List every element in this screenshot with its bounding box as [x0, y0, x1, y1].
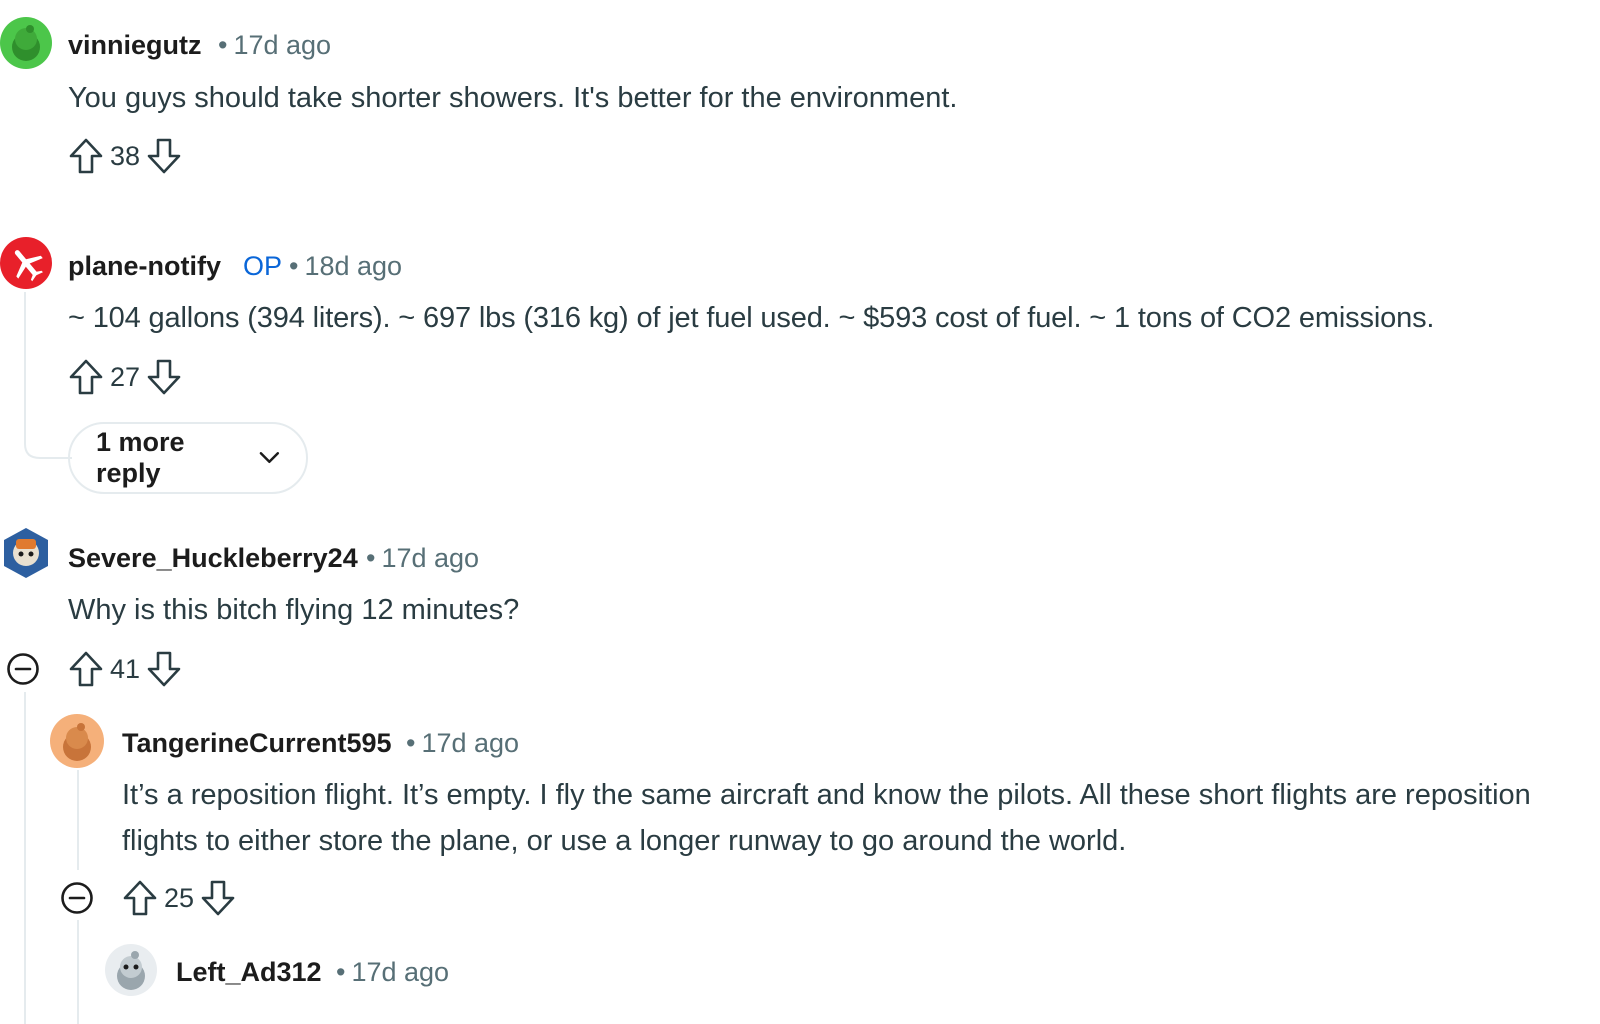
chevron-down-icon [259, 452, 280, 463]
vote-bar: 41 [68, 650, 182, 688]
username[interactable]: vinniegutz [68, 30, 202, 61]
upvote-icon[interactable] [68, 650, 104, 688]
more-replies-label: 1 more reply [96, 427, 185, 488]
vote-bar: 25 [122, 879, 236, 917]
timestamp: • 18d ago [289, 251, 403, 281]
avatar[interactable] [0, 237, 52, 289]
snoo-icon [117, 951, 145, 990]
username[interactable]: TangerineCurrent595 [122, 728, 392, 759]
vote-count: 25 [164, 882, 195, 913]
timestamp: • 17d ago [218, 30, 332, 60]
snoo-icon [12, 25, 40, 61]
upvote-icon[interactable] [68, 358, 104, 396]
comment-body: It’s a reposition flight. It’s empty. I … [122, 779, 1531, 857]
username[interactable]: Severe_Huckleberry24 [68, 543, 358, 574]
thread-line[interactable] [77, 920, 79, 1024]
timestamp: • 17d ago [366, 543, 480, 573]
snoo-hexagon-icon [4, 528, 48, 578]
timestamp: • 17d ago [336, 957, 450, 987]
thread-line[interactable] [24, 692, 26, 1024]
thread-line[interactable] [24, 292, 26, 432]
collapse-icon[interactable] [60, 881, 94, 915]
vote-bar: 27 [68, 358, 182, 396]
op-badge: OP [243, 251, 283, 281]
comment-body: ~ 104 gallons (394 liters). ~ 697 lbs (3… [68, 302, 1435, 334]
thread-line[interactable] [77, 770, 79, 870]
upvote-icon[interactable] [122, 879, 158, 917]
vote-bar: 38 [68, 137, 182, 175]
airplane-icon [14, 250, 43, 282]
avatar[interactable] [105, 944, 157, 996]
comment-body: You guys should take shorter showers. It… [68, 82, 958, 114]
upvote-icon[interactable] [68, 137, 104, 175]
more-replies-button[interactable]: 1 more reply [68, 422, 308, 494]
vote-count: 38 [110, 140, 141, 171]
avatar[interactable] [50, 714, 104, 768]
snoo-icon [63, 723, 91, 761]
vote-count: 41 [110, 653, 141, 684]
downvote-icon[interactable] [146, 650, 182, 688]
thread-branch [24, 430, 72, 459]
timestamp: • 17d ago [406, 728, 520, 758]
username[interactable]: Left_Ad312 [176, 957, 322, 988]
vote-count: 27 [110, 361, 141, 392]
avatar[interactable] [0, 527, 52, 579]
downvote-icon[interactable] [200, 879, 236, 917]
downvote-icon[interactable] [146, 137, 182, 175]
comment-body: Why is this bitch flying 12 minutes? [68, 594, 520, 626]
username[interactable]: plane-notify [68, 251, 221, 282]
collapse-icon[interactable] [6, 652, 40, 686]
downvote-icon[interactable] [146, 358, 182, 396]
avatar[interactable] [0, 17, 52, 69]
